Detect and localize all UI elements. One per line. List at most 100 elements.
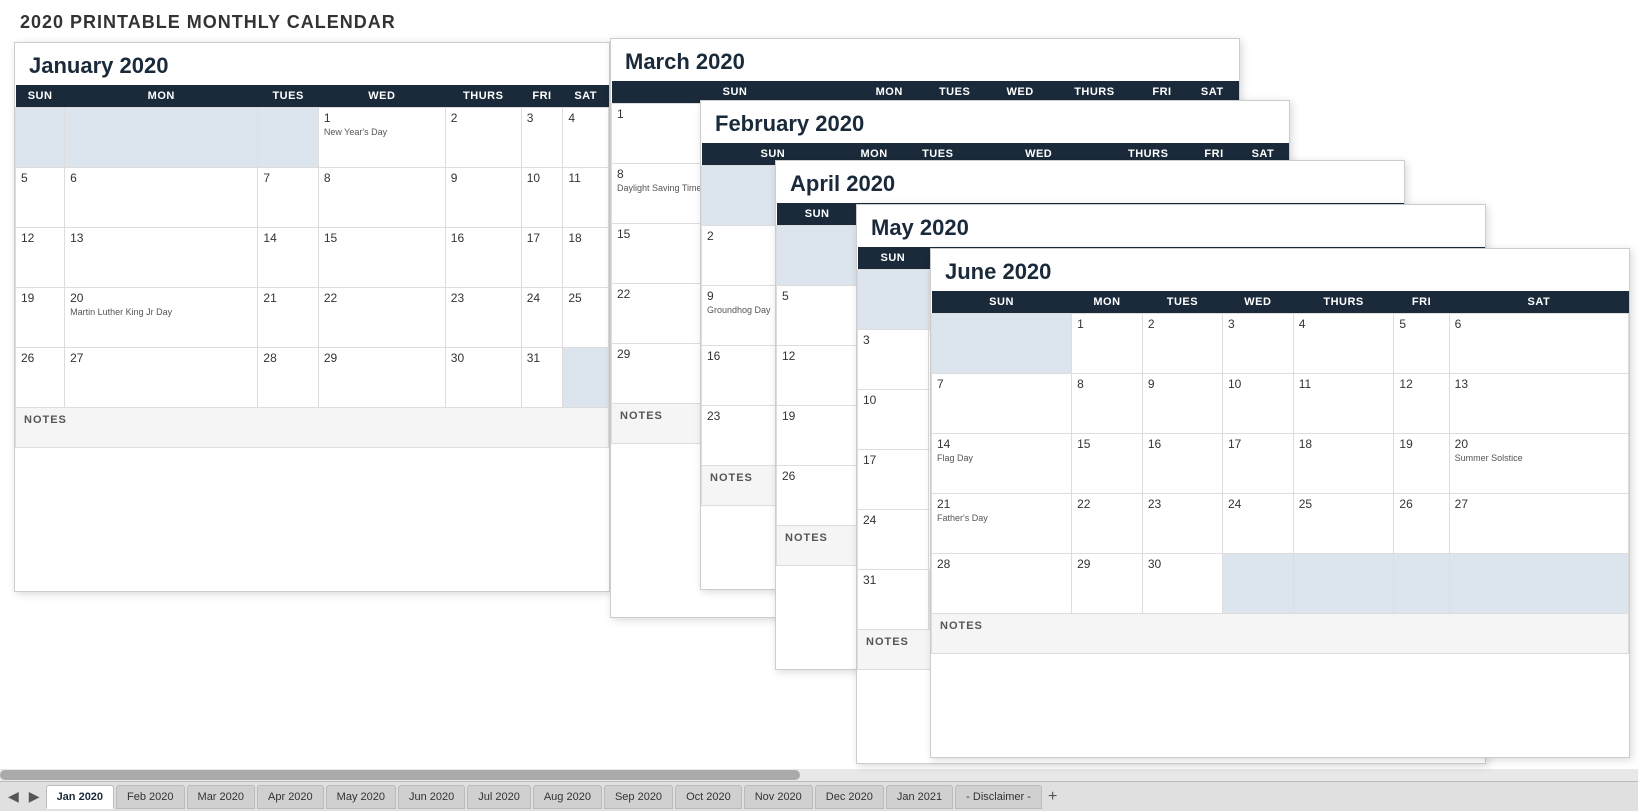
tab-disclaimer[interactable]: - Disclaimer - [955,785,1042,809]
tab-apr-2020[interactable]: Apr 2020 [257,785,324,809]
day-cell: 30 [1142,554,1222,614]
holiday-text: Flag Day [937,453,1066,464]
june-grid: SUN MON TUES WED THURS FRI SAT 1 2 3 4 5 [931,291,1629,654]
day-cell: 29 [1072,554,1143,614]
day-cell: 17 [1222,434,1293,494]
empty-cell [563,348,609,408]
table-row: 1 2 3 4 5 6 [932,314,1629,374]
scrollbar[interactable] [0,769,1638,781]
empty-cell [65,108,258,168]
february-title: February 2020 [701,101,1289,143]
holiday-text: Summer Solstice [1455,453,1623,464]
tab-jan-2020[interactable]: Jan 2020 [46,785,114,809]
day-cell: 20Martin Luther King Jr Day [65,288,258,348]
table-row: 5 6 7 8 9 10 11 [16,168,609,228]
january-title: January 2020 [15,43,609,85]
day-cell: 21 [258,288,318,348]
jan-wed-header: WED [318,85,445,108]
notes-label: NOTES [16,408,609,448]
march-title: March 2020 [611,39,1239,81]
day-cell: 12 [16,228,65,288]
table-row: 19 20Martin Luther King Jr Day 21 22 23 … [16,288,609,348]
day-cell: 9 [445,168,521,228]
tab-jun-2020[interactable]: Jun 2020 [398,785,465,809]
day-cell: 11 [1293,374,1394,434]
day-cell: 8 [318,168,445,228]
day-cell: 3 [521,108,563,168]
day-cell: 14Flag Day [932,434,1072,494]
day-cell: 2 [445,108,521,168]
jan-thurs-header: THURS [445,85,521,108]
day-cell: 19 [1394,434,1449,494]
day-cell: 2 [1142,314,1222,374]
tab-bar: ◀ ▶ Jan 2020 Feb 2020 Mar 2020 Apr 2020 … [0,781,1638,811]
day-cell: 19 [777,406,858,466]
empty-cell [1394,554,1449,614]
day-cell: 3 [1222,314,1293,374]
day-cell: 10 [1222,374,1293,434]
tab-aug-2020[interactable]: Aug 2020 [533,785,602,809]
day-cell: 12 [1394,374,1449,434]
empty-cell [932,314,1072,374]
day-cell: 17 [521,228,563,288]
table-row: 1New Year's Day 2 3 4 [16,108,609,168]
tab-jul-2020[interactable]: Jul 2020 [467,785,531,809]
holiday-text: Father's Day [937,513,1066,524]
day-cell: 16 [1142,434,1222,494]
notes-row: NOTES [932,614,1629,654]
jan-sat-header: SAT [563,85,609,108]
jun-sun-header: SUN [932,291,1072,314]
day-cell: 14 [258,228,318,288]
empty-cell [258,108,318,168]
day-cell: 22 [318,288,445,348]
day-cell: 12 [777,346,858,406]
day-cell: 6 [1449,314,1628,374]
day-cell: 18 [1293,434,1394,494]
day-cell: 20Summer Solstice [1449,434,1628,494]
calendar-january: January 2020 SUN MON TUES WED THURS FRI … [14,42,610,592]
day-cell: 26 [1394,494,1449,554]
empty-cell [1293,554,1394,614]
tab-add-button[interactable]: + [1044,788,1061,806]
tab-dec-2020[interactable]: Dec 2020 [815,785,884,809]
may-sun-header: SUN [858,247,929,270]
january-grid: SUN MON TUES WED THURS FRI SAT 1New Year… [15,85,609,448]
day-cell: 19 [16,288,65,348]
day-cell: 17 [858,450,929,510]
jun-thurs-header: THURS [1293,291,1394,314]
may-title: May 2020 [857,205,1485,247]
day-cell: 25 [1293,494,1394,554]
apr-sun-header: SUN [777,203,858,226]
day-cell: 7 [258,168,318,228]
tab-nov-2020[interactable]: Nov 2020 [744,785,813,809]
day-cell: 24 [858,510,929,570]
empty-cell [16,108,65,168]
tab-may-2020[interactable]: May 2020 [326,785,396,809]
scroll-thumb[interactable] [0,770,800,780]
tab-sep-2020[interactable]: Sep 2020 [604,785,673,809]
tab-oct-2020[interactable]: Oct 2020 [675,785,742,809]
day-cell: 24 [1222,494,1293,554]
day-cell: 4 [563,108,609,168]
jan-tues-header: TUES [258,85,318,108]
day-cell: 7 [932,374,1072,434]
main-container: 2020 PRINTABLE MONTHLY CALENDAR January … [0,0,1638,811]
tab-prev-arrow[interactable]: ◀ [4,788,23,805]
day-cell: 6 [65,168,258,228]
day-cell: 27 [1449,494,1628,554]
day-cell: 5 [1394,314,1449,374]
jun-fri-header: FRI [1394,291,1449,314]
tab-mar-2020[interactable]: Mar 2020 [187,785,255,809]
day-cell: 9 [1142,374,1222,434]
table-row: 21Father's Day 22 23 24 25 26 27 [932,494,1629,554]
day-cell: 15 [318,228,445,288]
tab-jan-2021[interactable]: Jan 2021 [886,785,953,809]
empty-cell [1222,554,1293,614]
april-title: April 2020 [776,161,1404,203]
day-cell: 11 [563,168,609,228]
tab-feb-2020[interactable]: Feb 2020 [116,785,184,809]
tab-next-arrow[interactable]: ▶ [25,788,44,805]
day-cell: 24 [521,288,563,348]
table-row: 7 8 9 10 11 12 13 [932,374,1629,434]
day-cell: 15 [1072,434,1143,494]
